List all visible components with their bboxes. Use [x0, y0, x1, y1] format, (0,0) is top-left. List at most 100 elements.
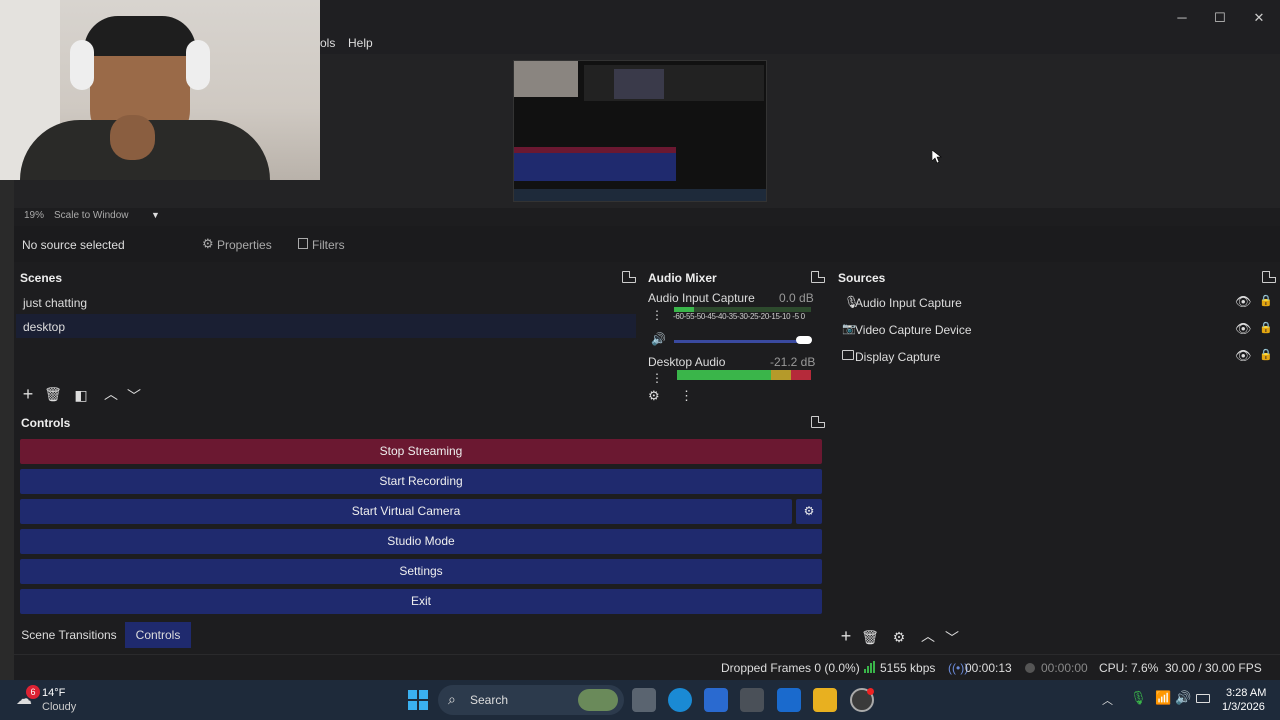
minimize-icon[interactable]: ─	[1172, 8, 1192, 28]
undock-icon[interactable]	[811, 271, 825, 283]
clock-date[interactable]: 1/3/2026	[1222, 701, 1265, 713]
microphone-icon[interactable]: 🎙	[1130, 690, 1147, 706]
clock-time[interactable]: 3:28 AM	[1226, 687, 1266, 699]
level-meter	[677, 370, 811, 380]
battery-icon[interactable]	[1196, 694, 1210, 703]
more-icon[interactable]: ⋮	[680, 388, 693, 404]
source-label: Video Capture Device	[855, 323, 972, 337]
task-view-icon[interactable]	[632, 688, 656, 712]
webcam-overlay	[0, 0, 320, 180]
stop-streaming-button[interactable]: Stop Streaming	[20, 439, 822, 464]
chevron-up-icon[interactable]: ︿	[1102, 692, 1113, 708]
menu-help[interactable]: Help	[348, 36, 373, 50]
scene-item-selected[interactable]: desktop	[16, 314, 636, 338]
scene-item[interactable]: just chatting	[16, 290, 636, 314]
add-icon[interactable]: +	[837, 627, 855, 646]
audio-mixer-panel: Audio Mixer Audio Input Capture 0.0 dB ⋮…	[642, 266, 828, 408]
gear-icon[interactable]: ⚙	[890, 629, 908, 647]
channel-db: -21.2 dB	[770, 355, 816, 369]
preview-taskbar	[514, 189, 766, 201]
source-item[interactable]: 🎙 Audio Input Capture 👁 🔒	[838, 292, 1274, 314]
search-highlight-icon	[578, 689, 618, 711]
source-label: Audio Input Capture	[855, 296, 962, 310]
meter-scale: -60-55-50-45-40-35-30-25-20-15-10 -5 0	[673, 312, 805, 321]
zoom-level: 19%	[24, 210, 45, 221]
close-icon[interactable]: ✕	[1249, 8, 1269, 28]
headphone-right	[186, 40, 210, 90]
trash-icon[interactable]: 🗑	[861, 629, 879, 647]
notification-badge: 6	[26, 685, 40, 699]
bitrate: 5155 kbps	[880, 661, 936, 675]
volume-slider[interactable]	[674, 340, 811, 343]
status-bar: Dropped Frames 0 (0.0%) 5155 kbps ((•)) …	[14, 654, 1280, 680]
trash-icon[interactable]: 🗑	[44, 386, 62, 404]
filter-icon[interactable]: ◧	[72, 387, 90, 405]
eye-icon[interactable]: 👁	[1235, 294, 1252, 310]
cursor-icon	[932, 150, 942, 164]
gear-icon[interactable]: ⚙	[648, 388, 660, 404]
settings-button[interactable]: Settings	[20, 559, 822, 584]
chevron-down-icon[interactable]: ﹀	[125, 388, 143, 406]
store-icon[interactable]	[704, 688, 728, 712]
speaker-icon[interactable]: 🔊	[651, 332, 666, 346]
more-icon[interactable]: ⋮	[651, 308, 663, 322]
scenes-title: Scenes	[20, 271, 63, 285]
more-icon[interactable]: ⋮	[651, 372, 663, 384]
eye-icon[interactable]: 👁	[1235, 321, 1252, 337]
windows-start-icon[interactable]	[408, 690, 428, 710]
lock-icon[interactable]: 🔒	[1259, 294, 1273, 307]
source-item[interactable]: 📷 Video Capture Device 👁 🔒	[838, 319, 1274, 341]
headphone-left	[70, 40, 94, 90]
preview-stop	[514, 147, 676, 153]
chevron-down-icon[interactable]: ﹀	[943, 630, 961, 648]
file-explorer-icon[interactable]	[813, 688, 837, 712]
record-time: 00:00:00	[1041, 661, 1088, 675]
wifi-icon[interactable]: 📶	[1155, 690, 1171, 706]
gear-icon: ⚙	[202, 236, 214, 251]
properties-label: Properties	[217, 238, 272, 252]
stream-preview[interactable]	[513, 60, 767, 202]
undock-icon[interactable]	[811, 416, 825, 428]
source-item[interactable]: Display Capture 👁 🔒	[838, 346, 1274, 368]
chevron-up-icon[interactable]: ︿	[919, 628, 937, 646]
add-icon[interactable]: +	[19, 385, 37, 404]
properties-button[interactable]: ⚙ Properties	[192, 232, 278, 256]
menu-tools[interactable]: ols	[320, 36, 335, 50]
taskbar: ☁ 6 14°F Cloudy ⌕ Search ︿ 🎙 📶 🔊 3:28 AM…	[0, 680, 1280, 720]
recording-dot-icon	[867, 688, 874, 695]
lock-icon[interactable]: 🔒	[1259, 321, 1273, 334]
outlook-icon[interactable]	[777, 688, 801, 712]
chevron-down-icon[interactable]: ▼	[151, 210, 160, 220]
eye-icon[interactable]: 👁	[1235, 348, 1252, 364]
stream-time: 00:00:13	[965, 661, 1012, 675]
undock-icon[interactable]	[622, 271, 636, 283]
volume-handle[interactable]	[796, 336, 812, 344]
preview-webcam	[514, 61, 578, 97]
app-icon[interactable]	[740, 688, 764, 712]
scene-label: just chatting	[23, 296, 88, 310]
tab-controls[interactable]: Controls	[125, 622, 191, 648]
maximize-icon[interactable]: ☐	[1210, 8, 1230, 28]
scenes-panel: Scenes just chatting desktop + 🗑 ◧ ︿ ﹀	[14, 266, 638, 408]
start-virtual-camera-button[interactable]: Start Virtual Camera	[20, 499, 792, 524]
scale-mode[interactable]: Scale to Window	[54, 210, 128, 221]
filter-icon	[298, 238, 308, 249]
channel-name: Desktop Audio	[648, 355, 726, 369]
chevron-up-icon[interactable]: ︿	[102, 386, 120, 404]
cap	[84, 16, 196, 56]
undock-icon[interactable]	[1262, 271, 1276, 283]
edge-icon[interactable]	[668, 688, 692, 712]
studio-mode-button[interactable]: Studio Mode	[20, 529, 822, 554]
filters-button[interactable]: Filters	[292, 232, 352, 256]
tab-scene-transitions[interactable]: Scene Transitions	[17, 622, 121, 648]
exit-button[interactable]: Exit	[20, 589, 822, 614]
weather-temp: 14°F	[42, 687, 66, 699]
lock-icon[interactable]: 🔒	[1259, 348, 1273, 361]
zoom-bar: 19% Scale to Window ▼	[14, 208, 1280, 224]
search-icon: ⌕	[448, 691, 456, 707]
channel-db: 0.0 dB	[779, 291, 814, 305]
virtual-camera-settings-button[interactable]: ⚙	[796, 499, 822, 524]
start-recording-button[interactable]: Start Recording	[20, 469, 822, 494]
volume-icon[interactable]: 🔊	[1175, 690, 1191, 706]
search-box[interactable]: ⌕ Search	[438, 685, 624, 715]
